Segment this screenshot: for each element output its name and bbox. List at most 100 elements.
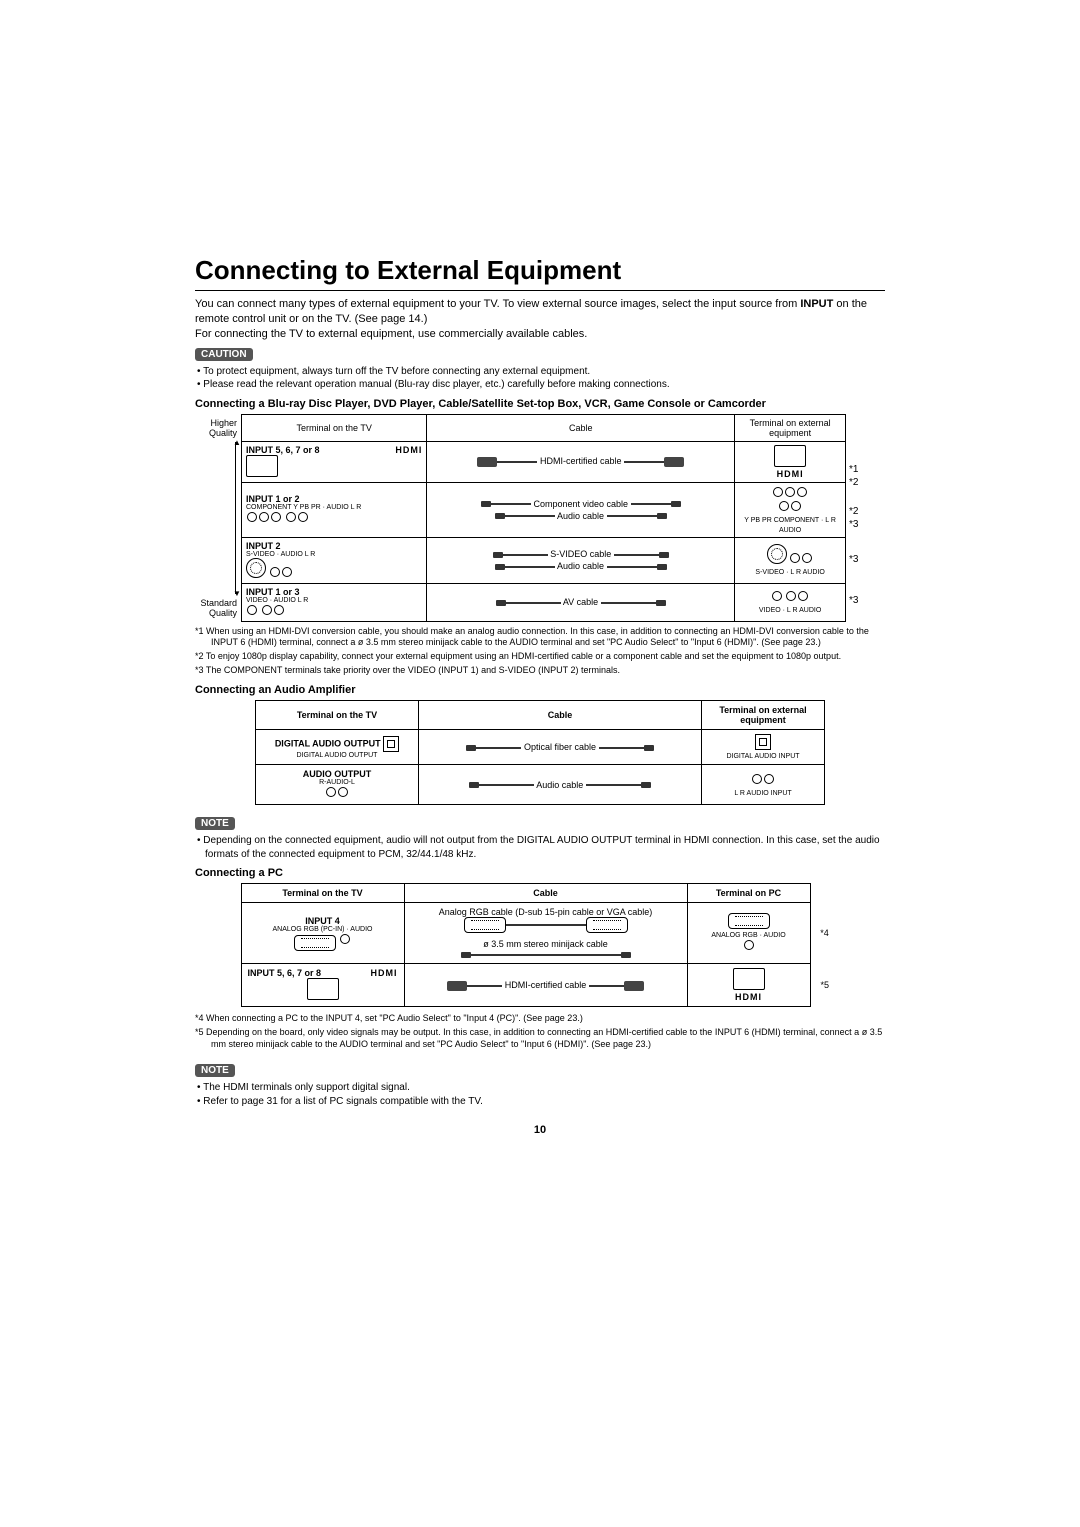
rca-icon xyxy=(247,605,257,615)
pc-note-item: Refer to page 31 for a list of PC signal… xyxy=(205,1095,885,1109)
caution-badge: CAUTION xyxy=(195,348,253,361)
intro-paragraph: You can connect many types of external e… xyxy=(195,297,885,342)
amp-table: Terminal on the TV Cable Terminal on ext… xyxy=(255,700,825,805)
footnote: *4 When connecting a PC to the INPUT 4, … xyxy=(195,1013,885,1025)
hdmi-logo: HDMI xyxy=(371,968,398,978)
input-label: INPUT 1 or 3 xyxy=(246,587,300,597)
hdmi-plug-icon xyxy=(624,981,644,991)
note-ref: *1 xyxy=(849,463,870,476)
amp-section-heading: Connecting an Audio Amplifier xyxy=(195,684,885,696)
row-notes-column: *1*2 *2*3 *3 *3 xyxy=(846,414,870,622)
input-label: DIGITAL AUDIO OUTPUT xyxy=(275,738,381,748)
rca-icon xyxy=(247,512,257,522)
table-row: INPUT 1 or 2 COMPONENT Y PB PR · AUDIO L… xyxy=(242,482,846,537)
rca-icon xyxy=(791,501,801,511)
cable-label: Analog RGB cable (D-sub 15-pin cable or … xyxy=(411,907,681,917)
cable-label: HDMI-certified cable xyxy=(505,980,587,990)
rca-icon xyxy=(282,567,292,577)
hdmi-port-icon xyxy=(774,445,806,467)
header-ext: Terminal on external equipment xyxy=(735,414,846,441)
terminal-labels: DIGITAL AUDIO OUTPUT xyxy=(262,752,412,759)
rca-icon xyxy=(270,567,280,577)
terminal-labels: R-AUDIO-L xyxy=(262,779,412,786)
vga-port-icon xyxy=(728,913,770,929)
input-label: INPUT 4 xyxy=(305,916,340,926)
page-title: Connecting to External Equipment xyxy=(195,255,885,286)
ext-label: Y PB PR COMPONENT · L R AUDIO xyxy=(744,517,836,534)
table-header-row: Terminal on the TV Cable Terminal on PC xyxy=(241,884,839,903)
optical-port-icon xyxy=(755,734,771,750)
input-label: INPUT 2 xyxy=(246,541,281,551)
ext-label: DIGITAL AUDIO INPUT xyxy=(726,753,799,760)
audio-jack-icon xyxy=(340,934,350,944)
header-tv: Terminal on the TV xyxy=(241,884,404,903)
cable-label: HDMI-certified cable xyxy=(540,456,622,466)
cable-label: Optical fiber cable xyxy=(524,742,596,752)
cable-label: Audio cable xyxy=(536,780,583,790)
vga-plug-icon xyxy=(586,917,628,933)
higher-quality-label: Higher Quality xyxy=(195,418,237,438)
rca-icon xyxy=(271,512,281,522)
cable-label: Audio cable xyxy=(557,511,604,521)
hdmi-port-icon xyxy=(733,968,765,990)
rca-icon xyxy=(326,787,336,797)
terminal-labels: COMPONENT Y PB PR · AUDIO L R xyxy=(246,504,422,511)
table-row: INPUT 5, 6, 7 or 8 HDMI HDMI-certified c… xyxy=(241,964,839,1007)
header-cable: Cable xyxy=(404,884,687,903)
page-number: 10 xyxy=(195,1124,885,1136)
rca-icon xyxy=(790,553,800,563)
cable-label: S-VIDEO cable xyxy=(550,549,611,559)
header-pc: Terminal on PC xyxy=(687,884,810,903)
terminal-labels: S-VIDEO · AUDIO L R xyxy=(246,551,422,558)
quality-column: Higher Quality ▲ ▼ Standard Quality xyxy=(195,414,241,622)
rca-icon xyxy=(298,512,308,522)
hdmi-plug-icon xyxy=(447,981,467,991)
rca-icon xyxy=(802,553,812,563)
cable-label: Component video cable xyxy=(533,499,628,509)
table-row: INPUT 5, 6, 7 or 8 HDMI HDMI-certified c… xyxy=(242,441,846,482)
note-badge: NOTE xyxy=(195,1064,235,1077)
footnote: *1 When using an HDMI-DVI conversion cab… xyxy=(195,626,885,649)
rca-icon xyxy=(764,774,774,784)
note-ref: *2 xyxy=(849,505,870,518)
hdmi-plug-icon xyxy=(477,457,497,467)
header-tv: Terminal on the TV xyxy=(242,414,427,441)
rca-icon xyxy=(274,605,284,615)
cable-label: ø 3.5 mm stereo minijack cable xyxy=(411,939,681,949)
footnote: *2 To enjoy 1080p display capability, co… xyxy=(195,651,885,663)
table-header-row: Terminal on the TV Cable Terminal on ext… xyxy=(242,414,846,441)
amp-note-list: Depending on the connected equipment, au… xyxy=(195,834,885,861)
rca-icon xyxy=(338,787,348,797)
standard-quality-label: Standard Quality xyxy=(195,598,237,618)
ext-label: ANALOG RGB · AUDIO xyxy=(711,932,785,939)
svideo-icon xyxy=(767,544,787,564)
rca-icon xyxy=(752,774,762,784)
table-row: INPUT 1 or 3 VIDEO · AUDIO L R AV cable … xyxy=(242,583,846,621)
caution-list: To protect equipment, always turn off th… xyxy=(195,365,885,392)
ext-label: S-VIDEO · L R AUDIO xyxy=(755,569,824,576)
cable-label: AV cable xyxy=(563,597,598,607)
note-ref: *5 xyxy=(820,980,829,990)
header-tv: Terminal on the TV xyxy=(256,701,419,730)
amp-note-item: Depending on the connected equipment, au… xyxy=(205,834,885,861)
pc-note-item: The HDMI terminals only support digital … xyxy=(205,1081,885,1095)
vga-plug-icon xyxy=(464,917,506,933)
footnote: *5 Depending on the board, only video si… xyxy=(195,1027,885,1050)
main-connection-diagram: Higher Quality ▲ ▼ Standard Quality Term… xyxy=(195,414,885,622)
rca-icon xyxy=(785,487,795,497)
main-section-heading: Connecting a Blu-ray Disc Player, DVD Pl… xyxy=(195,398,885,410)
table-header-row: Terminal on the TV Cable Terminal on ext… xyxy=(256,701,825,730)
table-row: AUDIO OUTPUT R-AUDIO-L Audio cable L R A… xyxy=(256,765,825,805)
main-connection-table: Terminal on the TV Cable Terminal on ext… xyxy=(241,414,846,622)
page-content: Connecting to External Equipment You can… xyxy=(195,0,885,1136)
pc-table: Terminal on the TV Cable Terminal on PC … xyxy=(241,883,840,1007)
rca-icon xyxy=(772,591,782,601)
hdmi-port-icon xyxy=(307,978,339,1000)
ext-label: VIDEO · L R AUDIO xyxy=(759,607,821,614)
rca-icon xyxy=(779,501,789,511)
note-ref: *4 xyxy=(820,928,829,938)
optical-port-icon xyxy=(383,736,399,752)
note-ref: *2 xyxy=(849,476,870,489)
pc-section-heading: Connecting a PC xyxy=(195,867,885,879)
hdmi-plug-icon xyxy=(664,457,684,467)
